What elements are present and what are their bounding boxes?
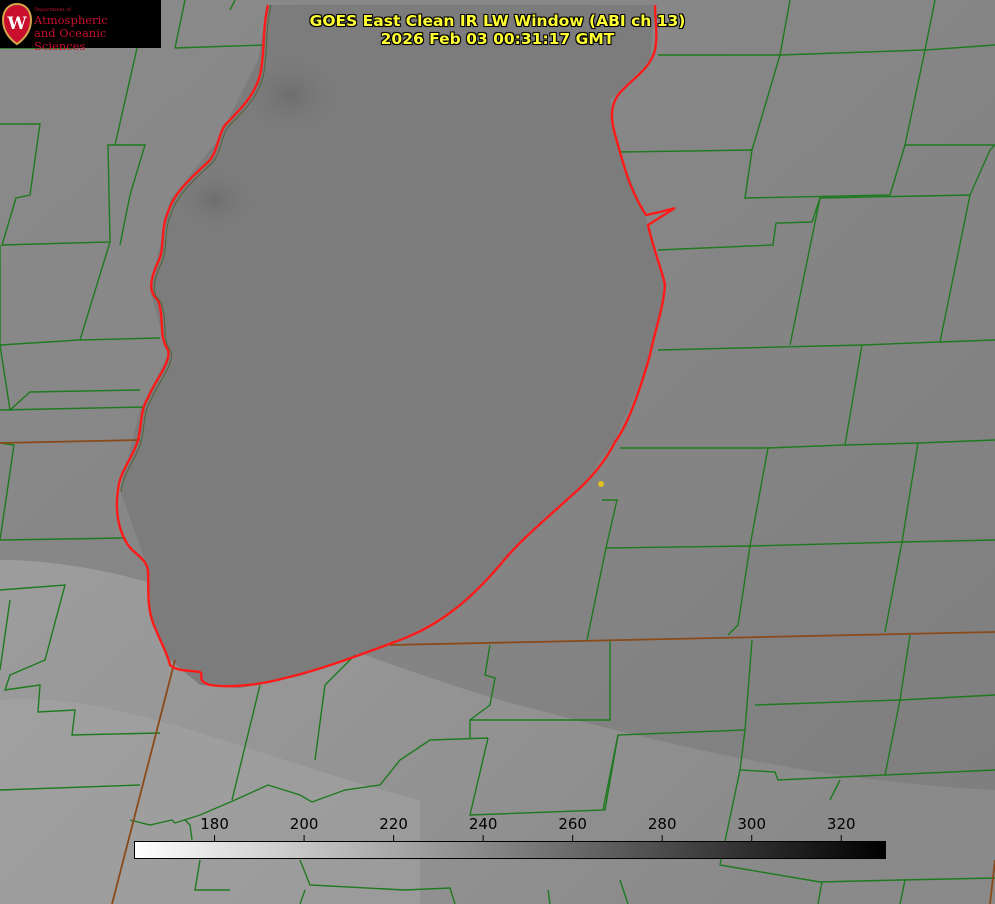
colorbar-tick-label: 300 <box>737 815 767 833</box>
title-product: GOES East Clean IR LW Window (ABI ch 13) <box>309 12 686 30</box>
colorbar-tick-label: 280 <box>647 815 677 833</box>
location-marker <box>598 481 604 487</box>
colorbar-tick-label: 240 <box>468 815 498 833</box>
colorbar-tick-label: 220 <box>379 815 408 833</box>
colorbar-tick-label: 260 <box>558 815 587 833</box>
colorbar-tick-label: 200 <box>289 815 319 833</box>
image-title: GOES East Clean IR LW Window (ABI ch 13)… <box>0 12 995 48</box>
temperature-colorbar <box>134 841 886 859</box>
map-canvas <box>0 0 995 904</box>
satellite-map-view: W Department of Atmospheric and Oceanic … <box>0 0 995 904</box>
lake-dark-patch <box>175 170 255 230</box>
title-timestamp: 2026 Feb 03 00:31:17 GMT <box>380 30 615 48</box>
colorbar-tick-label: 180 <box>200 815 229 833</box>
colorbar-tick-label: 320 <box>826 815 856 833</box>
